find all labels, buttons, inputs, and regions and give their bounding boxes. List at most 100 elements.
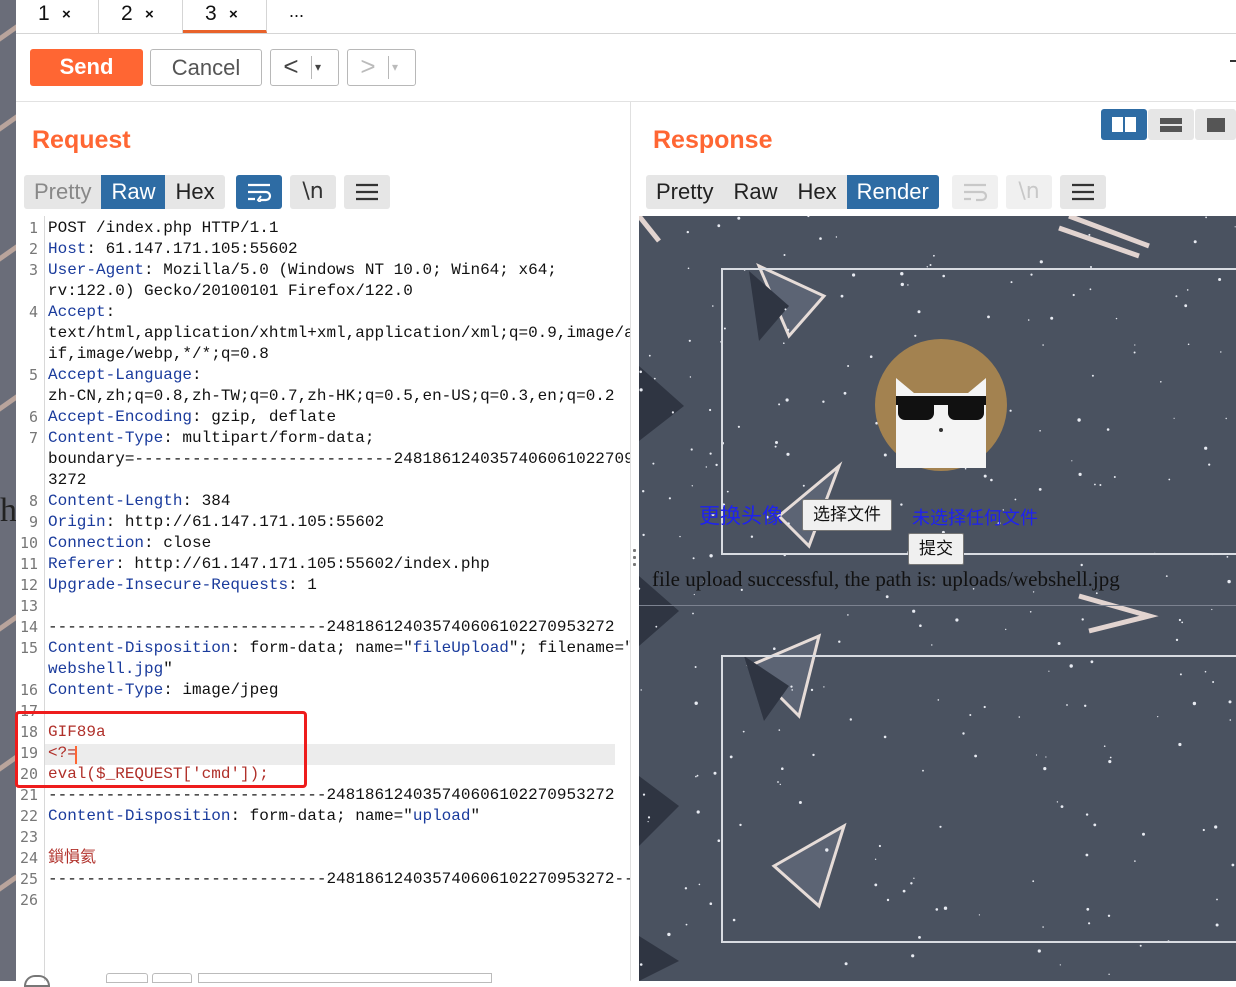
tab-raw[interactable]: Raw (101, 175, 166, 209)
tab-render[interactable]: Render (846, 175, 939, 209)
choose-file-button[interactable]: 选择文件 (802, 499, 892, 531)
cancel-button[interactable]: Cancel (150, 49, 262, 86)
submit-button[interactable]: 提交 (908, 533, 964, 565)
line-number: 11 (19, 555, 38, 573)
star (1095, 592, 1098, 595)
menu-icon (356, 183, 378, 201)
header-value: form-data; name=" (240, 639, 413, 657)
close-icon[interactable]: × (62, 2, 71, 28)
header-name: Referer (48, 555, 116, 573)
code-line[interactable]: -----------------------------24818612403… (48, 617, 615, 638)
rendered-response: 更换头像 选择文件 未选择任何文件 提交 file upload success… (639, 216, 1236, 981)
wrap-icon (248, 183, 272, 204)
code-line[interactable]: Content-Disposition: form-data; name="fi… (48, 638, 634, 659)
code-line[interactable]: -----------------------------24818612403… (48, 785, 615, 806)
code-line[interactable]: Accept: (48, 302, 115, 323)
code-line[interactable]: Content-Type: multipart/form-data; (48, 428, 374, 449)
star (694, 701, 698, 705)
chevron-down-icon[interactable]: ▾ (315, 50, 321, 85)
code-line[interactable]: Content-Type: image/jpeg (48, 680, 278, 701)
star (931, 644, 933, 646)
code-line[interactable]: Upgrade-Insecure-Requests: 1 (48, 575, 317, 596)
code-line[interactable]: text/html,application/xhtml+xml,applicat… (48, 323, 643, 344)
star (1088, 233, 1091, 236)
star (694, 666, 697, 668)
layout-rows-button[interactable] (1148, 109, 1194, 140)
tab-more[interactable]: ... (267, 0, 349, 33)
tab-hex[interactable]: Hex (165, 175, 224, 209)
code-line[interactable]: Connection: close (48, 533, 211, 554)
code-text: " (470, 807, 481, 825)
tab-3[interactable]: 3 × (183, 0, 267, 33)
code-line[interactable]: if,image/webp,*/*;q=0.8 (48, 344, 269, 365)
wrap-lines-button[interactable] (236, 175, 282, 209)
pane-splitter[interactable] (630, 102, 639, 981)
code-line[interactable]: Content-Disposition: form-data; name="up… (48, 806, 480, 827)
code-line[interactable]: Origin: http://61.147.171.105:55602 (48, 512, 384, 533)
line-number: 6 (28, 408, 38, 426)
star (1005, 628, 1007, 631)
request-view-tabs: Pretty Raw Hex (24, 175, 225, 209)
code-line[interactable]: POST /index.php HTTP/1.1 (48, 218, 278, 239)
layout-columns-button[interactable] (1101, 109, 1147, 140)
code-line[interactable]: Host: 61.147.171.105:55602 (48, 239, 298, 260)
star (687, 267, 690, 270)
code-line[interactable]: 鎻愪氦 (48, 848, 96, 869)
tab-2[interactable]: 2 × (99, 0, 183, 33)
star (1175, 638, 1179, 642)
code-line[interactable]: 3272 (48, 470, 86, 491)
send-button[interactable]: Send (30, 49, 143, 86)
code-text: 3272 (48, 471, 87, 489)
code-line[interactable]: User-Agent: Mozilla/5.0 (Windows NT 10.0… (48, 260, 557, 281)
line-number: 7 (28, 429, 38, 447)
star (639, 963, 643, 966)
star (696, 774, 699, 777)
line-number: 16 (19, 681, 38, 699)
close-icon[interactable]: × (229, 2, 238, 28)
newline-button[interactable]: \n (1006, 175, 1052, 209)
code-text: -----------------------------24818612403… (48, 618, 615, 636)
star (1059, 964, 1061, 966)
chevron-down-icon[interactable]: ▾ (392, 50, 398, 85)
response-menu-button[interactable] (1060, 175, 1106, 209)
star (1181, 621, 1184, 624)
window-control[interactable] (1230, 60, 1236, 62)
request-menu-button[interactable] (344, 175, 390, 209)
star (667, 932, 671, 937)
code-line[interactable]: Accept-Encoding: gzip, deflate (48, 407, 336, 428)
header-value: Mozilla/5.0 (Windows NT 10.0; Win64; x64… (153, 261, 557, 279)
tab-1[interactable]: 1 × (16, 0, 99, 33)
star (712, 305, 714, 307)
newline-button[interactable]: \n (290, 175, 336, 209)
star (652, 462, 655, 465)
code-text: boundary=---------------------------2481… (48, 450, 644, 468)
code-line[interactable]: Referer: http://61.147.171.105:55602/ind… (48, 554, 490, 575)
header-name: Accept (48, 303, 106, 321)
change-avatar-label: 更换头像 (699, 504, 783, 528)
wrap-lines-button[interactable] (952, 175, 998, 209)
tab-bar: 1 × 2 × 3 × ... (16, 0, 1236, 34)
newline-icon: \n (1018, 179, 1040, 204)
star (1108, 973, 1110, 975)
line-number: 4 (28, 303, 38, 321)
star (835, 236, 838, 238)
tab-hex[interactable]: Hex (787, 175, 846, 209)
code-line[interactable]: zh-CN,zh;q=0.8,zh-TW;q=0.7,zh-HK;q=0.5,e… (48, 386, 615, 407)
back-button[interactable]: < ▾ (270, 49, 339, 86)
tab-raw[interactable]: Raw (723, 175, 787, 209)
star (690, 448, 693, 451)
code-line[interactable]: rv:122.0) Gecko/20100101 Firefox/122.0 (48, 281, 413, 302)
code-line[interactable]: -----------------------------24818612403… (48, 869, 634, 890)
tab-pretty[interactable]: Pretty (646, 175, 723, 209)
forward-button[interactable]: > ▾ (347, 49, 416, 86)
star (698, 883, 701, 886)
star (642, 533, 645, 537)
layout-single-button[interactable] (1195, 109, 1236, 140)
code-line[interactable]: Content-Length: 384 (48, 491, 230, 512)
code-line[interactable]: boundary=---------------------------2481… (48, 449, 643, 470)
code-line[interactable]: Accept-Language: (48, 365, 202, 386)
code-line[interactable]: webshell.jpg" (48, 659, 173, 680)
star (709, 452, 712, 455)
tab-pretty[interactable]: Pretty (24, 175, 101, 209)
close-icon[interactable]: × (145, 2, 154, 28)
